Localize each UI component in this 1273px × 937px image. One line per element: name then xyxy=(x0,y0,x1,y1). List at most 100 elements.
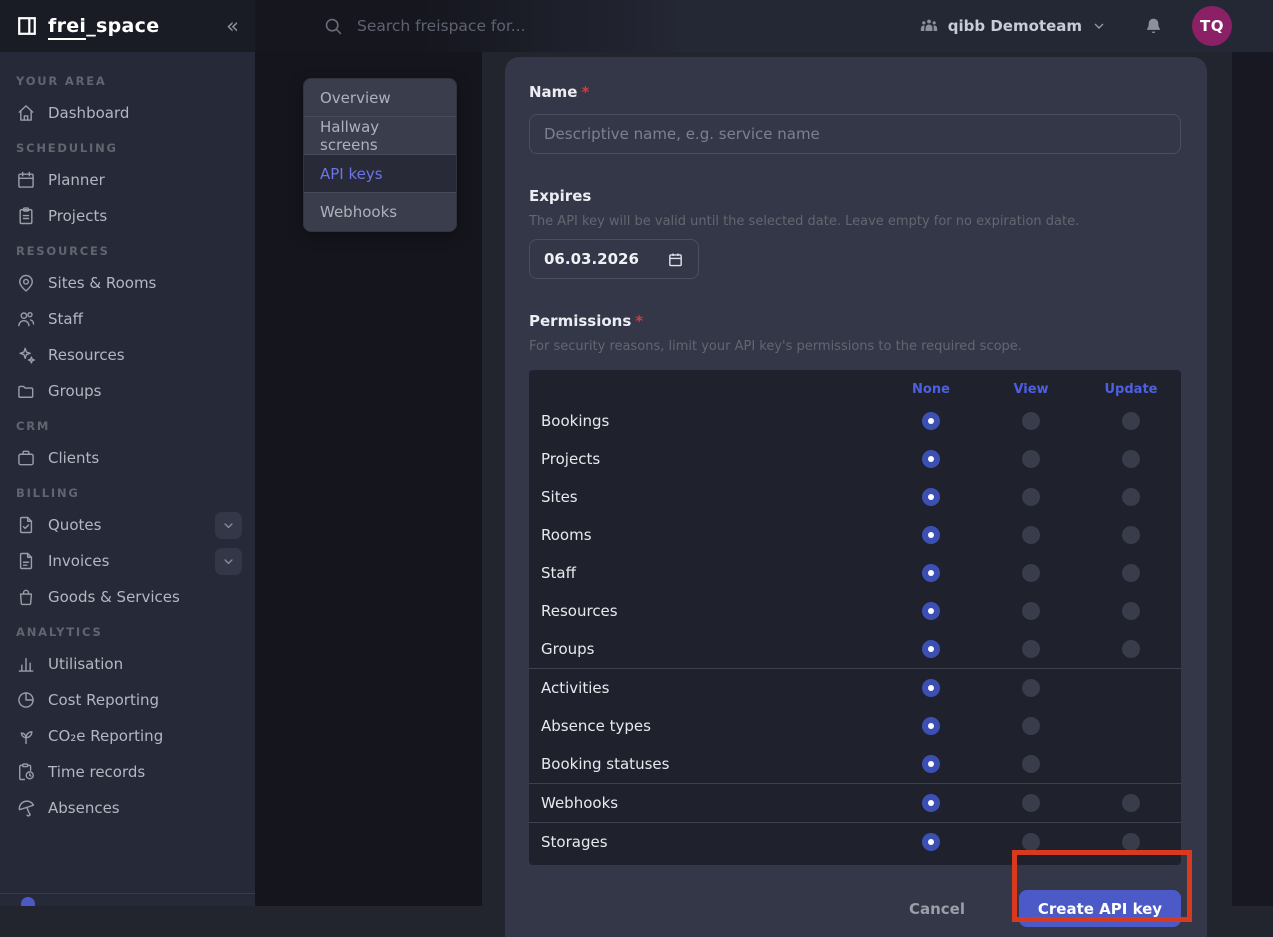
sidebar-item-staff[interactable]: Staff xyxy=(0,301,255,337)
radio-projects-update[interactable] xyxy=(1122,450,1140,468)
settings-nav-column: OverviewHallway screensAPI keysWebhooks xyxy=(255,52,482,906)
settings-nav-item-webhooks[interactable]: Webhooks xyxy=(304,193,456,231)
radio-resources-update[interactable] xyxy=(1122,602,1140,620)
radio-bookings-none[interactable] xyxy=(922,412,940,430)
sidebar-section: SCHEDULINGPlannerProjects xyxy=(0,131,255,234)
radio-staff-none[interactable] xyxy=(922,564,940,582)
settings-nav-item-overview[interactable]: Overview xyxy=(304,79,456,117)
expires-field-label: Expires xyxy=(529,187,1181,205)
sidebar-item-label: Dashboard xyxy=(48,104,129,122)
radio-resources-view[interactable] xyxy=(1022,602,1040,620)
required-asterisk: * xyxy=(635,312,643,330)
sidebar-item-co-e-reporting[interactable]: CO₂e Reporting xyxy=(0,718,255,754)
sidebar-item-quotes[interactable]: Quotes xyxy=(0,507,255,543)
expires-help-text: The API key will be valid until the sele… xyxy=(529,214,1181,229)
sidebar-item-label: Cost Reporting xyxy=(48,691,159,709)
radio-absence-types-view[interactable] xyxy=(1022,717,1040,735)
radio-sites-view[interactable] xyxy=(1022,488,1040,506)
radio-groups-none[interactable] xyxy=(922,640,940,658)
sidebar-item-invoices[interactable]: Invoices xyxy=(0,543,255,579)
search-input[interactable] xyxy=(357,17,677,35)
sidebar-item-resources[interactable]: Resources xyxy=(0,337,255,373)
file-check-icon xyxy=(16,515,36,535)
radio-absence-types-none[interactable] xyxy=(922,717,940,735)
user-avatar[interactable]: TQ xyxy=(1192,6,1232,46)
permissions-table: NoneViewUpdateBookingsProjectsSitesRooms… xyxy=(529,370,1181,865)
radio-groups-update[interactable] xyxy=(1122,640,1140,658)
team-selector[interactable]: qibb Demoteam xyxy=(919,16,1107,36)
clipboard-icon xyxy=(16,206,36,226)
sidebar-item-clients[interactable]: Clients xyxy=(0,440,255,476)
radio-booking-statuses-view[interactable] xyxy=(1022,755,1040,773)
sidebar-item-label: Invoices xyxy=(48,552,109,570)
bar-chart-icon xyxy=(16,654,36,674)
sidebar-item-dashboard[interactable]: Dashboard xyxy=(0,95,255,131)
sidebar-collapse-button[interactable]: « xyxy=(226,16,239,37)
right-gutter xyxy=(1232,52,1273,906)
sidebar-item-projects[interactable]: Projects xyxy=(0,198,255,234)
sidebar-section: BILLINGQuotesInvoicesGoods & Services xyxy=(0,476,255,615)
clipboard-clock-icon xyxy=(16,762,36,782)
permissions-row-absence-types: Absence types xyxy=(529,707,1181,745)
sidebar-item-time-records[interactable]: Time records xyxy=(0,754,255,790)
radio-resources-none[interactable] xyxy=(922,602,940,620)
expand-chevron-button[interactable] xyxy=(215,548,242,575)
global-search xyxy=(323,16,919,36)
sidebar-section: RESOURCESSites & RoomsStaffResourcesGrou… xyxy=(0,234,255,409)
create-api-key-button[interactable]: Create API key xyxy=(1019,890,1181,927)
radio-storages-none[interactable] xyxy=(922,833,940,851)
radio-storages-update[interactable] xyxy=(1122,833,1140,851)
sidebar-item-goods-services[interactable]: Goods & Services xyxy=(0,579,255,615)
radio-booking-statuses-none[interactable] xyxy=(922,755,940,773)
radio-groups-view[interactable] xyxy=(1022,640,1040,658)
settings-nav-item-hallway-screens[interactable]: Hallway screens xyxy=(304,117,456,155)
sidebar-item-planner[interactable]: Planner xyxy=(0,162,255,198)
radio-bookings-update[interactable] xyxy=(1122,412,1140,430)
permissions-row-label: Sites xyxy=(529,488,881,506)
radio-sites-update[interactable] xyxy=(1122,488,1140,506)
radio-staff-view[interactable] xyxy=(1022,564,1040,582)
name-input[interactable] xyxy=(529,114,1181,154)
radio-webhooks-update[interactable] xyxy=(1122,794,1140,812)
cancel-button[interactable]: Cancel xyxy=(909,900,965,918)
expand-chevron-button[interactable] xyxy=(215,512,242,539)
sidebar-section-label: CRM xyxy=(0,409,255,440)
permissions-cell xyxy=(1081,450,1181,468)
radio-projects-view[interactable] xyxy=(1022,450,1040,468)
sidebar-item-label: Groups xyxy=(48,382,101,400)
sidebar-item-label: Absences xyxy=(48,799,120,817)
radio-rooms-view[interactable] xyxy=(1022,526,1040,544)
radio-sites-none[interactable] xyxy=(922,488,940,506)
sidebar-item-sites-rooms[interactable]: Sites & Rooms xyxy=(0,265,255,301)
radio-rooms-update[interactable] xyxy=(1122,526,1140,544)
radio-webhooks-none[interactable] xyxy=(922,794,940,812)
radio-activities-view[interactable] xyxy=(1022,679,1040,697)
permissions-cell xyxy=(981,412,1081,430)
expires-date-input[interactable]: 06.03.2026 xyxy=(529,239,699,279)
users-icon xyxy=(16,309,36,329)
sidebar-item-absences[interactable]: Absences xyxy=(0,790,255,826)
permissions-column-update: Update xyxy=(1081,382,1181,397)
settings-nav-menu: OverviewHallway screensAPI keysWebhooks xyxy=(303,78,457,232)
home-icon xyxy=(16,103,36,123)
sidebar-item-cost-reporting[interactable]: Cost Reporting xyxy=(0,682,255,718)
permissions-cell xyxy=(881,602,981,620)
permissions-cell xyxy=(981,564,1081,582)
notifications-bell-icon[interactable] xyxy=(1143,16,1164,37)
radio-rooms-none[interactable] xyxy=(922,526,940,544)
sidebar-item-utilisation[interactable]: Utilisation xyxy=(0,646,255,682)
radio-staff-update[interactable] xyxy=(1122,564,1140,582)
permissions-row-storages: Storages xyxy=(529,823,1181,861)
radio-webhooks-view[interactable] xyxy=(1022,794,1040,812)
radio-storages-view[interactable] xyxy=(1022,833,1040,851)
map-pin-icon xyxy=(16,273,36,293)
radio-projects-none[interactable] xyxy=(922,450,940,468)
permissions-group: BookingsProjectsSitesRoomsStaffResources… xyxy=(529,402,1181,668)
permissions-cell xyxy=(1081,412,1181,430)
calendar-icon[interactable] xyxy=(667,251,684,268)
permissions-row-label: Rooms xyxy=(529,526,881,544)
radio-activities-none[interactable] xyxy=(922,679,940,697)
settings-nav-item-api-keys[interactable]: API keys xyxy=(304,155,456,193)
radio-bookings-view[interactable] xyxy=(1022,412,1040,430)
sidebar-item-groups[interactable]: Groups xyxy=(0,373,255,409)
